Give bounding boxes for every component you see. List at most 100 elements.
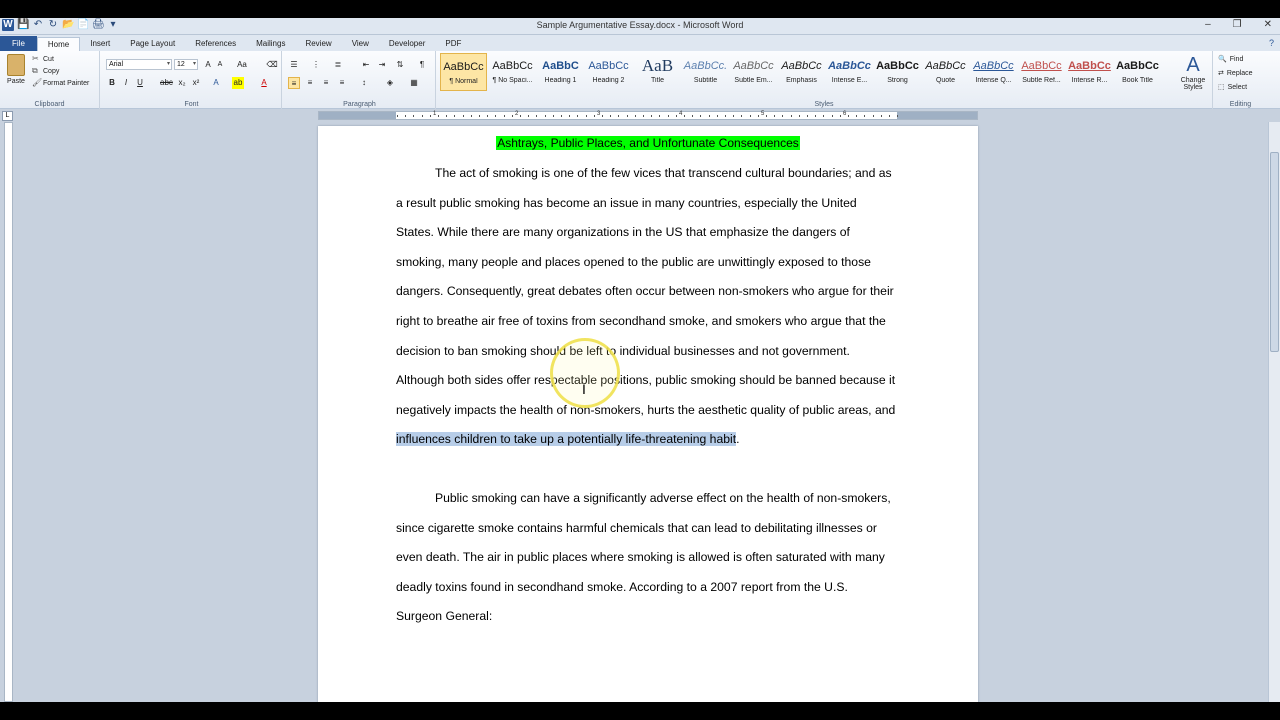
copy-button[interactable]: ⧉ Copy: [32, 67, 59, 75]
tab-developer[interactable]: Developer: [379, 37, 435, 51]
scrollbar-thumb[interactable]: [1270, 152, 1279, 352]
style-subtitle[interactable]: AaBbCc. Subtitle: [682, 53, 729, 91]
clear-formatting-icon[interactable]: ⌫: [266, 59, 278, 71]
shading-icon[interactable]: ◈: [384, 77, 396, 89]
style-quote[interactable]: AaBbCc Quote: [922, 53, 969, 91]
increase-indent-icon[interactable]: ⇥: [376, 59, 388, 71]
style-emphasis[interactable]: AaBbCc Emphasis: [778, 53, 825, 91]
copy-label: Copy: [43, 67, 60, 75]
underline-icon[interactable]: U: [134, 77, 146, 89]
tab-page-layout[interactable]: Page Layout: [120, 37, 185, 51]
style-strong[interactable]: AaBbCc Strong: [874, 53, 921, 91]
tab-home[interactable]: Home: [36, 37, 81, 51]
paragraph-1[interactable]: The act of smoking is one of the few vic…: [396, 159, 896, 455]
align-right-icon[interactable]: ≡: [320, 77, 332, 89]
style-intense-quote[interactable]: AaBbCc Intense Q...: [970, 53, 1017, 91]
show-formatting-icon[interactable]: ¶: [416, 59, 428, 71]
text-cursor-icon: I: [582, 381, 586, 397]
font-name-combo[interactable]: Arial ▾: [106, 59, 172, 70]
subscript-icon[interactable]: x₂: [176, 77, 188, 89]
style-normal[interactable]: AaBbCc ¶ Normal: [440, 53, 487, 91]
help-icon[interactable]: ?: [1269, 38, 1274, 48]
decrease-indent-icon[interactable]: ⇤: [360, 59, 372, 71]
ruler-tick: [839, 115, 841, 117]
italic-icon[interactable]: I: [120, 77, 132, 89]
style-heading-2[interactable]: AaBbCc Heading 2: [585, 53, 632, 91]
restore-button[interactable]: ❐: [1233, 19, 1242, 30]
find-button[interactable]: 🔍 Find: [1218, 55, 1243, 64]
paragraph-2[interactable]: Public smoking can have a significantly …: [396, 484, 896, 632]
document-page[interactable]: Ashtrays, Public Places, and Unfortunate…: [318, 126, 978, 702]
strikethrough-icon[interactable]: abc: [160, 77, 173, 89]
style-subtle-reference[interactable]: AaBbCc Subtle Ref...: [1018, 53, 1065, 91]
replace-button[interactable]: ⇄ Replace: [1218, 69, 1253, 78]
ruler-tick: [889, 115, 890, 117]
ruler-tick: [700, 115, 702, 117]
paste-icon: [7, 54, 25, 76]
text-effects-icon[interactable]: A: [210, 77, 222, 89]
tab-view[interactable]: View: [342, 37, 379, 51]
line-spacing-icon[interactable]: ↕: [358, 77, 370, 89]
horizontal-ruler[interactable]: 1 2 3 4 5 6: [318, 111, 978, 120]
ruler-tick: [708, 115, 710, 117]
change-case-icon[interactable]: Aa: [236, 59, 248, 71]
ruler-number: 5: [761, 111, 765, 117]
font-size-combo[interactable]: 12 ▾: [174, 59, 198, 70]
ruler-tick: [626, 115, 628, 117]
paragraph-1-text: The act of smoking is one of the few vic…: [396, 166, 896, 417]
style-sample: AaBbCc: [492, 60, 533, 72]
style-name: Title: [651, 77, 664, 84]
cut-button[interactable]: ✂ Cut: [32, 55, 54, 63]
style-intense-reference[interactable]: AaBbCc Intense R...: [1066, 53, 1113, 91]
format-painter-button[interactable]: 🖌 Format Painter: [32, 79, 89, 87]
minimize-button[interactable]: ‒: [1205, 19, 1211, 30]
selected-text[interactable]: influences children to take up a potenti…: [396, 432, 737, 447]
select-button[interactable]: ⬚ Select: [1218, 83, 1247, 92]
font-group-label: Font: [184, 101, 199, 108]
tab-review[interactable]: Review: [295, 37, 341, 51]
vertical-scrollbar[interactable]: [1268, 122, 1280, 702]
shrink-font-icon[interactable]: A: [214, 59, 226, 71]
style-subtle-emphasis[interactable]: AaBbCc Subtle Em...: [730, 53, 777, 91]
close-button[interactable]: ✕: [1264, 19, 1272, 30]
paste-button[interactable]: Paste: [4, 54, 28, 94]
style-book-title[interactable]: AaBbCc Book Title: [1114, 53, 1161, 91]
style-no-spacing[interactable]: AaBbCc ¶ No Spaci...: [489, 53, 536, 91]
numbering-icon[interactable]: ⋮: [310, 59, 322, 71]
align-center-icon[interactable]: ≡: [304, 77, 316, 89]
highlight-icon[interactable]: ab: [232, 77, 244, 89]
font-color-icon[interactable]: A: [258, 77, 270, 89]
style-sample: AaBbCc: [1021, 60, 1062, 72]
change-styles-button[interactable]: A Change Styles: [1175, 53, 1211, 91]
borders-icon[interactable]: ▦: [408, 77, 420, 89]
mouse-highlight-ring: [550, 338, 620, 408]
style-intense-emphasis[interactable]: AaBbCc Intense E...: [826, 53, 873, 91]
justify-icon[interactable]: ≡: [336, 77, 348, 89]
ruler-tick: [397, 115, 398, 117]
multilevel-list-icon[interactable]: ≣: [332, 59, 344, 71]
tab-file[interactable]: File: [0, 36, 37, 51]
tab-insert[interactable]: Insert: [80, 37, 120, 51]
tab-references[interactable]: References: [185, 37, 246, 51]
vertical-ruler[interactable]: [4, 122, 13, 702]
ruler-tick: [675, 115, 677, 117]
style-heading-1[interactable]: AaBbC Heading 1: [537, 53, 584, 91]
document-title[interactable]: Ashtrays, Public Places, and Unfortunate…: [318, 136, 978, 150]
ruler-tick: [454, 115, 456, 117]
sort-icon[interactable]: ⇅: [394, 59, 406, 71]
ruler-tick: [864, 115, 866, 117]
style-sample: AaBbCc: [443, 61, 484, 73]
style-title[interactable]: AaB Title: [634, 53, 681, 91]
align-left-icon[interactable]: ≡: [288, 77, 300, 89]
tab-selector-icon[interactable]: L: [2, 111, 13, 121]
paragraph-2-text: Public smoking can have a significantly …: [396, 491, 891, 624]
superscript-icon[interactable]: x²: [190, 77, 202, 89]
grow-font-icon[interactable]: A: [202, 59, 214, 71]
ruler-tick: [733, 115, 735, 117]
bold-icon[interactable]: B: [106, 77, 118, 89]
bullets-icon[interactable]: ☰: [288, 59, 300, 71]
style-sample: AaBbCc: [973, 60, 1014, 72]
tab-pdf[interactable]: PDF: [435, 37, 471, 51]
style-name: Strong: [887, 77, 908, 84]
tab-mailings[interactable]: Mailings: [246, 37, 295, 51]
